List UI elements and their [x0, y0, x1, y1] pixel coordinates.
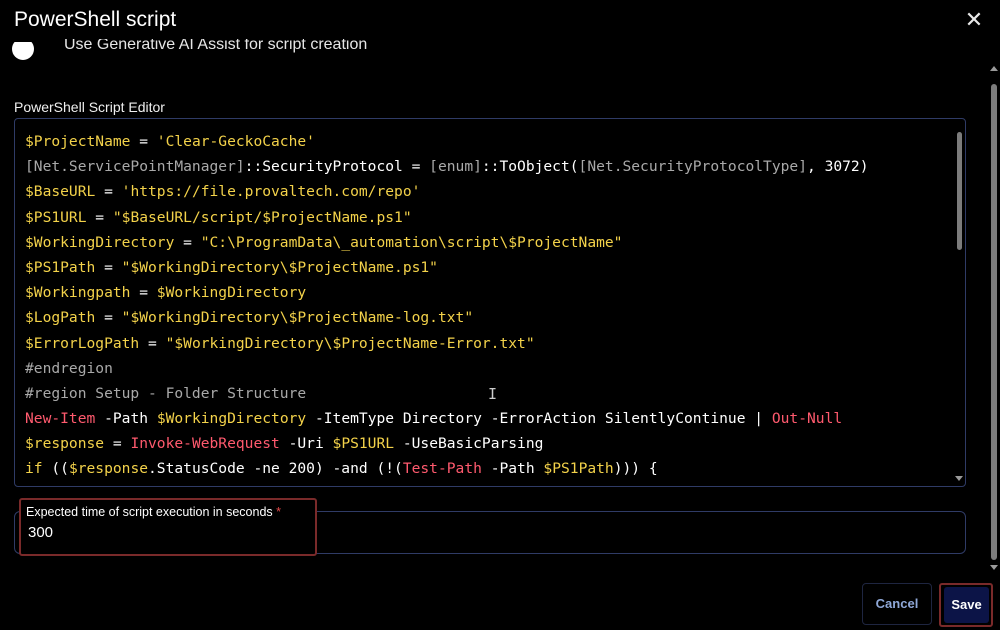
code-token: [Net.ServicePointManager] — [25, 158, 245, 176]
page-scroll-down-icon[interactable] — [990, 565, 998, 570]
code-token: [Net.SecurityProtocolType] — [578, 158, 807, 176]
save-button[interactable]: Save — [944, 587, 989, 623]
code-token: = — [95, 258, 122, 276]
code-line[interactable]: if (($response.StatusCode -ne 200) -and … — [25, 456, 869, 481]
code-token: -Path — [95, 410, 157, 428]
code-token: $PS1Path — [25, 258, 96, 276]
code-token: Test-Path — [402, 460, 482, 478]
code-line[interactable]: $response = Invoke-WebRequest -Uri $PS1U… — [25, 431, 869, 456]
code-token: $BaseURL — [25, 183, 96, 201]
text-cursor-icon: I — [488, 385, 498, 403]
ai-assist-label-text: Use Generative AI Assist for script crea… — [64, 39, 368, 53]
powershell-script-dialog: PowerShell script ✕ Use Generative AI As… — [0, 0, 1000, 630]
code-token: ))) { — [613, 460, 658, 478]
code-token: = — [104, 435, 131, 453]
code-token: "$WorkingDirectory\$ProjectName-log.txt" — [121, 309, 474, 327]
code-line[interactable]: $WorkingDirectory = "C:\ProgramData\_aut… — [25, 230, 869, 255]
ai-assist-label: Use Generative AI Assist for script crea… — [64, 39, 367, 59]
code-token: -Uri — [279, 435, 333, 453]
required-mark: * — [276, 505, 282, 519]
code-token: ::SecurityProtocol = — [244, 158, 430, 176]
code-token: $ProjectName — [25, 133, 131, 150]
code-token: , 3072) — [807, 158, 869, 176]
code-token: #region Setup - Folder Structure — [25, 384, 307, 402]
code-token: (( — [42, 460, 69, 478]
code-token: $ErrorLogPath — [25, 334, 140, 352]
code-token: $WorkingDirectory — [25, 233, 175, 251]
script-code[interactable]: $ProjectName = 'Clear-GeckoCache' [Net.Se… — [25, 129, 869, 482]
code-line[interactable]: $PS1Path = "$WorkingDirectory\$ProjectNa… — [25, 255, 869, 280]
code-line[interactable]: New-Item -Path $WorkingDirectory -ItemTy… — [25, 406, 869, 431]
code-line[interactable]: $ErrorLogPath = "$WorkingDirectory\$Proj… — [25, 331, 869, 356]
code-token: = — [95, 183, 122, 201]
code-line[interactable]: $Workingpath = $WorkingDirectory — [25, 280, 869, 305]
code-token: = — [130, 284, 157, 302]
code-token: -Path — [481, 460, 544, 478]
code-line[interactable]: #endregion — [25, 356, 869, 381]
code-token: "$WorkingDirectory\$ProjectName.ps1" — [121, 258, 438, 276]
editor-label: PowerShell Script Editor — [14, 99, 165, 115]
code-line[interactable]: $LogPath = "$WorkingDirectory\$ProjectNa… — [25, 305, 869, 330]
code-token: $WorkingDirectory — [156, 284, 307, 302]
dialog-title: PowerShell script — [14, 8, 177, 31]
close-icon[interactable]: ✕ — [963, 8, 985, 32]
code-token: $PS1Path — [543, 460, 614, 478]
code-token: = — [95, 309, 122, 327]
code-line[interactable]: $BaseURL = 'https://file.provaltech.com/… — [25, 179, 869, 204]
code-token: Out-Null — [771, 410, 843, 428]
code-token: = — [86, 208, 113, 226]
code-token: if — [25, 460, 43, 478]
code-token: $PS1URL — [25, 208, 87, 226]
code-token: = — [139, 334, 166, 352]
code-token: #endregion — [25, 359, 113, 377]
code-token: 'Clear-GeckoCache' — [156, 133, 315, 150]
code-token: = — [174, 233, 201, 251]
code-token: $PS1URL — [332, 435, 395, 453]
page-scroll-up-icon[interactable] — [990, 66, 998, 71]
code-token: = — [130, 133, 157, 150]
code-token: -ItemType Directory -ErrorAction Silentl… — [306, 410, 772, 428]
code-line[interactable]: $PS1URL = "$BaseURL/script/$ProjectName.… — [25, 205, 869, 230]
code-line[interactable]: $ProjectName = 'Clear-GeckoCache' — [25, 129, 869, 154]
code-line[interactable]: [Net.ServicePointManager]::SecurityProto… — [25, 154, 869, 179]
expected-time-label: Expected time of script execution in sec… — [26, 505, 281, 519]
code-token: [enum] — [429, 158, 482, 176]
code-token: $response — [68, 460, 149, 478]
expected-time-input[interactable]: 300 — [28, 524, 53, 541]
code-token: -UseBasicParsing — [394, 435, 544, 453]
code-token: $WorkingDirectory — [156, 410, 307, 428]
code-token: ::ToObject( — [481, 158, 579, 176]
code-token: .StatusCode -ne 200) -and (!( — [148, 460, 403, 478]
code-token: "$BaseURL/script/$ProjectName.ps1" — [112, 208, 412, 226]
toggle-clip — [0, 36, 60, 42]
code-token: New-Item — [25, 410, 96, 428]
code-line[interactable]: #region Setup - Folder Structure — [25, 381, 869, 406]
expected-time-label-text: Expected time of script execution in sec… — [26, 505, 273, 519]
cancel-button[interactable]: Cancel — [862, 583, 932, 625]
code-token: "C:\ProgramData\_automation\script\$Proj… — [200, 233, 623, 251]
code-token: $response — [25, 435, 105, 453]
code-token: Invoke-WebRequest — [130, 435, 280, 453]
page-scrollbar-thumb[interactable] — [991, 84, 997, 560]
code-token: "$WorkingDirectory\$ProjectName-Error.tx… — [165, 334, 535, 352]
editor-scrollbar-thumb[interactable] — [957, 132, 962, 250]
code-token: $Workingpath — [25, 284, 131, 302]
script-editor[interactable]: $ProjectName = 'Clear-GeckoCache' [Net.Se… — [14, 118, 966, 487]
code-token: 'https://file.provaltech.com/repo' — [121, 183, 421, 201]
code-token: $LogPath — [25, 309, 96, 327]
editor-scroll-down-icon[interactable] — [955, 476, 963, 481]
